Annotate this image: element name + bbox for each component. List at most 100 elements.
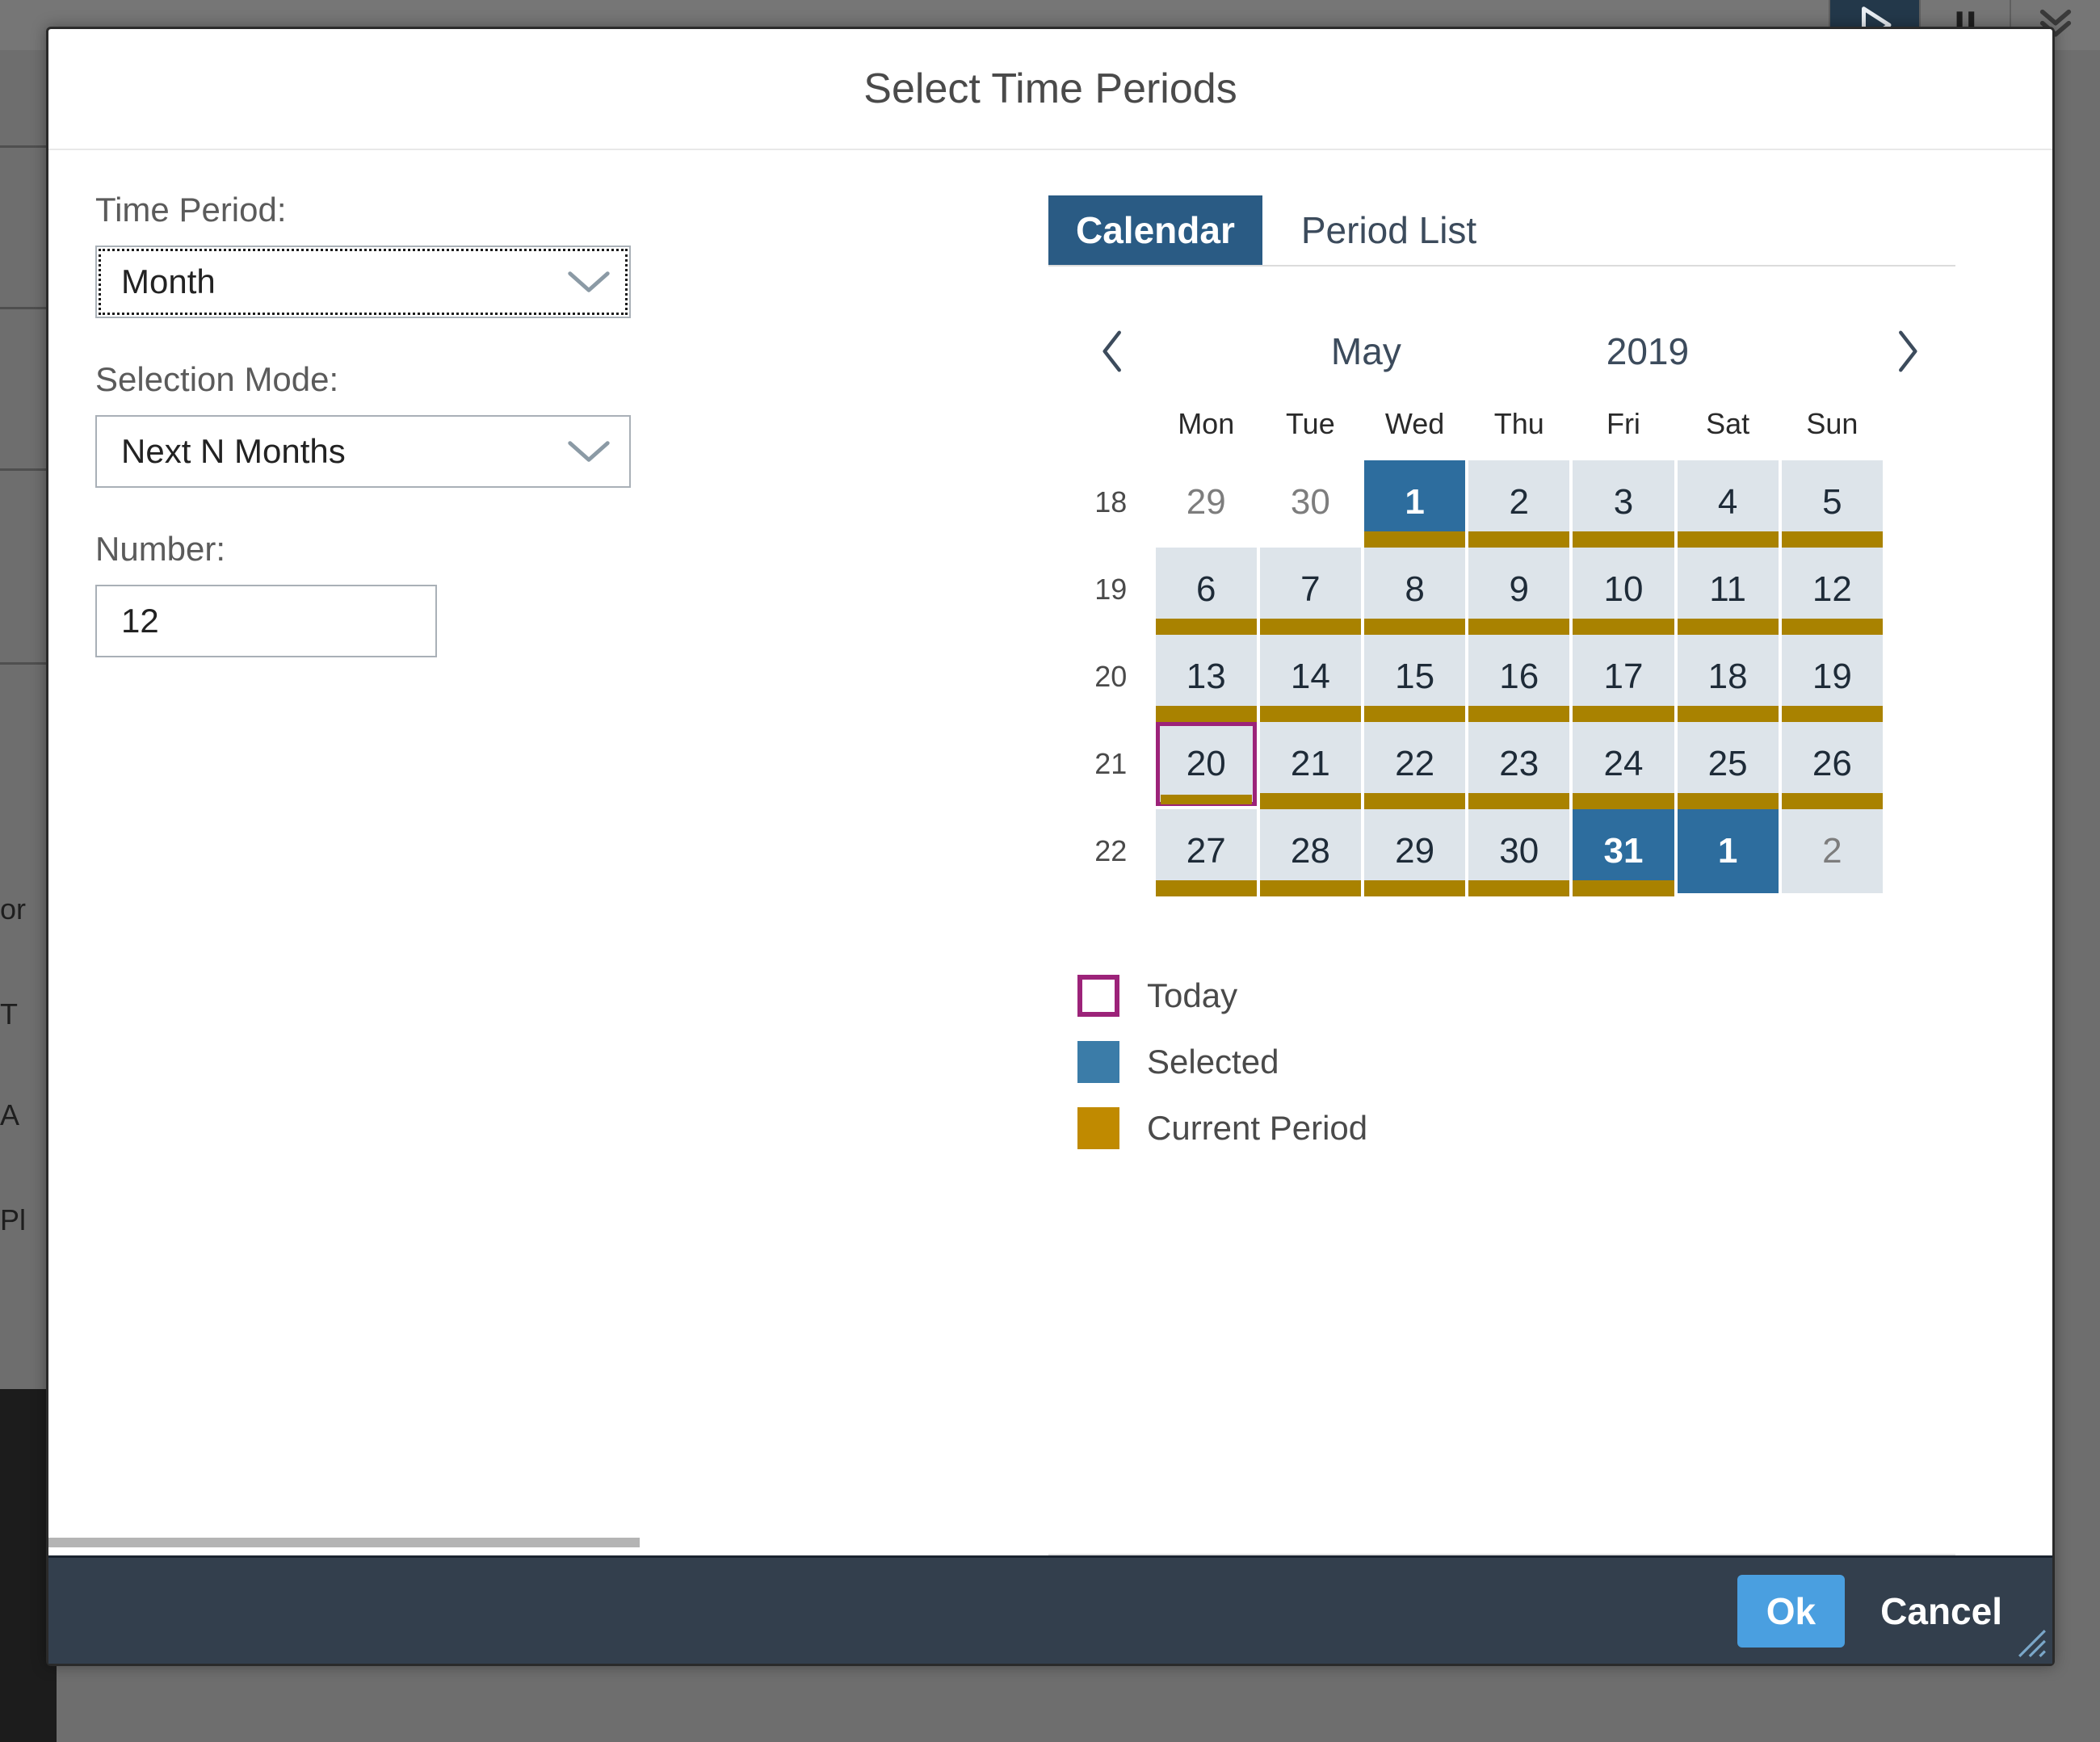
calendar-day-cell[interactable]: 16 <box>1468 635 1570 722</box>
calendar-day-label: 19 <box>1812 657 1852 696</box>
current-period-bar <box>1468 619 1570 635</box>
calendar-day-cell[interactable]: 3 <box>1573 460 1674 548</box>
chevron-left-icon <box>1102 330 1121 372</box>
current-period-bar <box>1781 706 1883 722</box>
time-period-field: Time Period: Month <box>95 191 1012 318</box>
chevron-right-icon <box>1899 330 1917 372</box>
calendar-day-cell[interactable]: 31 <box>1573 809 1674 896</box>
calendar-day-cell[interactable]: 25 <box>1677 722 1779 809</box>
cancel-button[interactable]: Cancel <box>1880 1589 2002 1633</box>
calendar-day-cell[interactable]: 18 <box>1677 635 1779 722</box>
calendar-day-label: 18 <box>1707 657 1748 696</box>
calendar-day-cell[interactable]: 11 <box>1677 548 1779 635</box>
tab-period-list[interactable]: Period List <box>1274 195 1504 265</box>
calendar-day-cell[interactable]: 8 <box>1363 548 1466 635</box>
calendar-week-row: 19 6 7 8 9 10 11 12 <box>1069 548 1883 635</box>
current-period-bar <box>1155 880 1257 896</box>
calendar-day-cell[interactable]: 9 <box>1468 548 1570 635</box>
current-period-bar <box>1573 619 1674 635</box>
current-period-bar <box>1363 619 1466 635</box>
background-label-2: A <box>0 1098 20 1131</box>
time-period-select[interactable]: Month <box>95 246 631 318</box>
calendar-day-cell[interactable]: 10 <box>1573 548 1674 635</box>
calendar-day-cell[interactable]: 26 <box>1781 722 1883 809</box>
number-field: Number: 12 <box>95 530 1012 657</box>
calendar-day-cell[interactable]: 14 <box>1259 635 1361 722</box>
calendar-day-label: 21 <box>1290 744 1330 783</box>
calendar-day-cell[interactable]: 6 <box>1155 548 1257 635</box>
calendar-day-cell[interactable]: 21 <box>1259 722 1361 809</box>
calendar-day-cell[interactable]: 1 <box>1363 460 1466 548</box>
calendar-day-cell[interactable]: 7 <box>1259 548 1361 635</box>
tab-calendar[interactable]: Calendar <box>1048 195 1262 265</box>
weekday-header-row: Mon Tue Wed Thu Fri Sat Sun <box>1069 407 1883 457</box>
current-period-bar <box>1259 619 1361 635</box>
current-period-bar <box>1363 793 1466 809</box>
calendar-day-label: 13 <box>1186 657 1226 696</box>
current-period-bar <box>1468 793 1570 809</box>
calendar-day-cell[interactable]: 13 <box>1155 635 1257 722</box>
dialog-title: Select Time Periods <box>863 65 1237 112</box>
year-picker-button[interactable]: 2019 <box>1587 330 1708 373</box>
calendar-day-cell[interactable]: 28 <box>1259 809 1361 896</box>
calendar-day-label: 6 <box>1195 569 1216 609</box>
calendar-day-cell[interactable]: 19 <box>1781 635 1883 722</box>
calendar-day-cell[interactable]: 22 <box>1363 722 1466 809</box>
calendar-day-cell[interactable]: 12 <box>1781 548 1883 635</box>
chevron-down-icon <box>548 266 629 298</box>
weekday-header-thu: Thu <box>1493 407 1544 440</box>
calendar-day-cell[interactable]: 15 <box>1363 635 1466 722</box>
form-horizontal-scrollbar[interactable] <box>48 1536 1006 1549</box>
legend-swatch-selected-icon <box>1077 1041 1119 1083</box>
week-number: 19 <box>1094 573 1128 606</box>
calendar-day-label: 22 <box>1395 744 1435 783</box>
ok-button[interactable]: Ok <box>1737 1574 1846 1648</box>
calendar-day-cell[interactable]: 24 <box>1573 722 1674 809</box>
next-month-button[interactable] <box>1875 326 1939 376</box>
calendar-head: Mon Tue Wed Thu Fri Sat Sun <box>1069 407 1883 457</box>
calendar-day-cell[interactable]: 1 <box>1677 809 1779 893</box>
legend-label-selected: Selected <box>1147 1043 1279 1081</box>
calendar-day-cell[interactable]: 27 <box>1155 809 1257 896</box>
select-time-periods-dialog: Select Time Periods Time Period: Month S… <box>46 27 2055 1666</box>
calendar-day-cell[interactable]: 17 <box>1573 635 1674 722</box>
number-label: Number: <box>95 530 226 568</box>
week-number: 20 <box>1094 660 1128 693</box>
weekday-header-wed: Wed <box>1384 407 1445 440</box>
calendar-day-label: 15 <box>1395 657 1435 696</box>
calendar-week-row: 21 20 21 22 23 24 25 26 <box>1069 722 1883 809</box>
background-label-3: Pl <box>0 1203 27 1236</box>
calendar-day-cell[interactable]: 2 <box>1781 809 1883 893</box>
calendar-day-cell[interactable]: 30 <box>1468 809 1570 896</box>
current-period-bar <box>1677 793 1779 809</box>
calendar-day-label: 30 <box>1499 831 1539 871</box>
calendar-day-label: 29 <box>1186 482 1226 522</box>
legend-swatch-current-period-icon <box>1077 1107 1119 1149</box>
calendar-day-cell[interactable]: 5 <box>1781 460 1883 548</box>
previous-month-button[interactable] <box>1081 326 1145 376</box>
calendar-day-cell[interactable]: 4 <box>1677 460 1779 548</box>
calendar-day-cell[interactable]: 29 <box>1155 460 1257 544</box>
current-period-bar <box>1155 619 1257 635</box>
month-picker-button[interactable]: May <box>1312 330 1421 373</box>
calendar-day-cell[interactable]: 23 <box>1468 722 1570 809</box>
number-input[interactable]: 12 <box>95 585 437 657</box>
calendar-day-cell[interactable]: 2 <box>1468 460 1570 548</box>
scrollbar-thumb[interactable] <box>48 1538 640 1547</box>
current-period-bar <box>1781 531 1883 548</box>
calendar-day-cell[interactable]: 29 <box>1363 809 1466 896</box>
calendar-day-cell[interactable]: 30 <box>1259 460 1361 544</box>
selection-mode-select[interactable]: Next N Months <box>95 415 631 488</box>
calendar-day-label: 27 <box>1186 831 1226 871</box>
calendar-day-label: 20 <box>1186 744 1226 783</box>
weekday-header-sun: Sun <box>1806 407 1858 440</box>
calendar-day-cell[interactable]: 20 <box>1155 722 1257 806</box>
resize-grip[interactable] <box>2017 1628 2048 1659</box>
time-period-value: Month <box>121 262 216 300</box>
resize-grip-icon <box>2018 1630 2046 1657</box>
calendar-day-label: 16 <box>1499 657 1539 696</box>
calendar-day-label: 5 <box>1822 482 1842 522</box>
calendar-week-row: 20 13 14 15 16 17 18 19 <box>1069 635 1883 722</box>
selection-mode-label: Selection Mode: <box>95 360 339 398</box>
weekday-header-tue: Tue <box>1286 407 1335 440</box>
